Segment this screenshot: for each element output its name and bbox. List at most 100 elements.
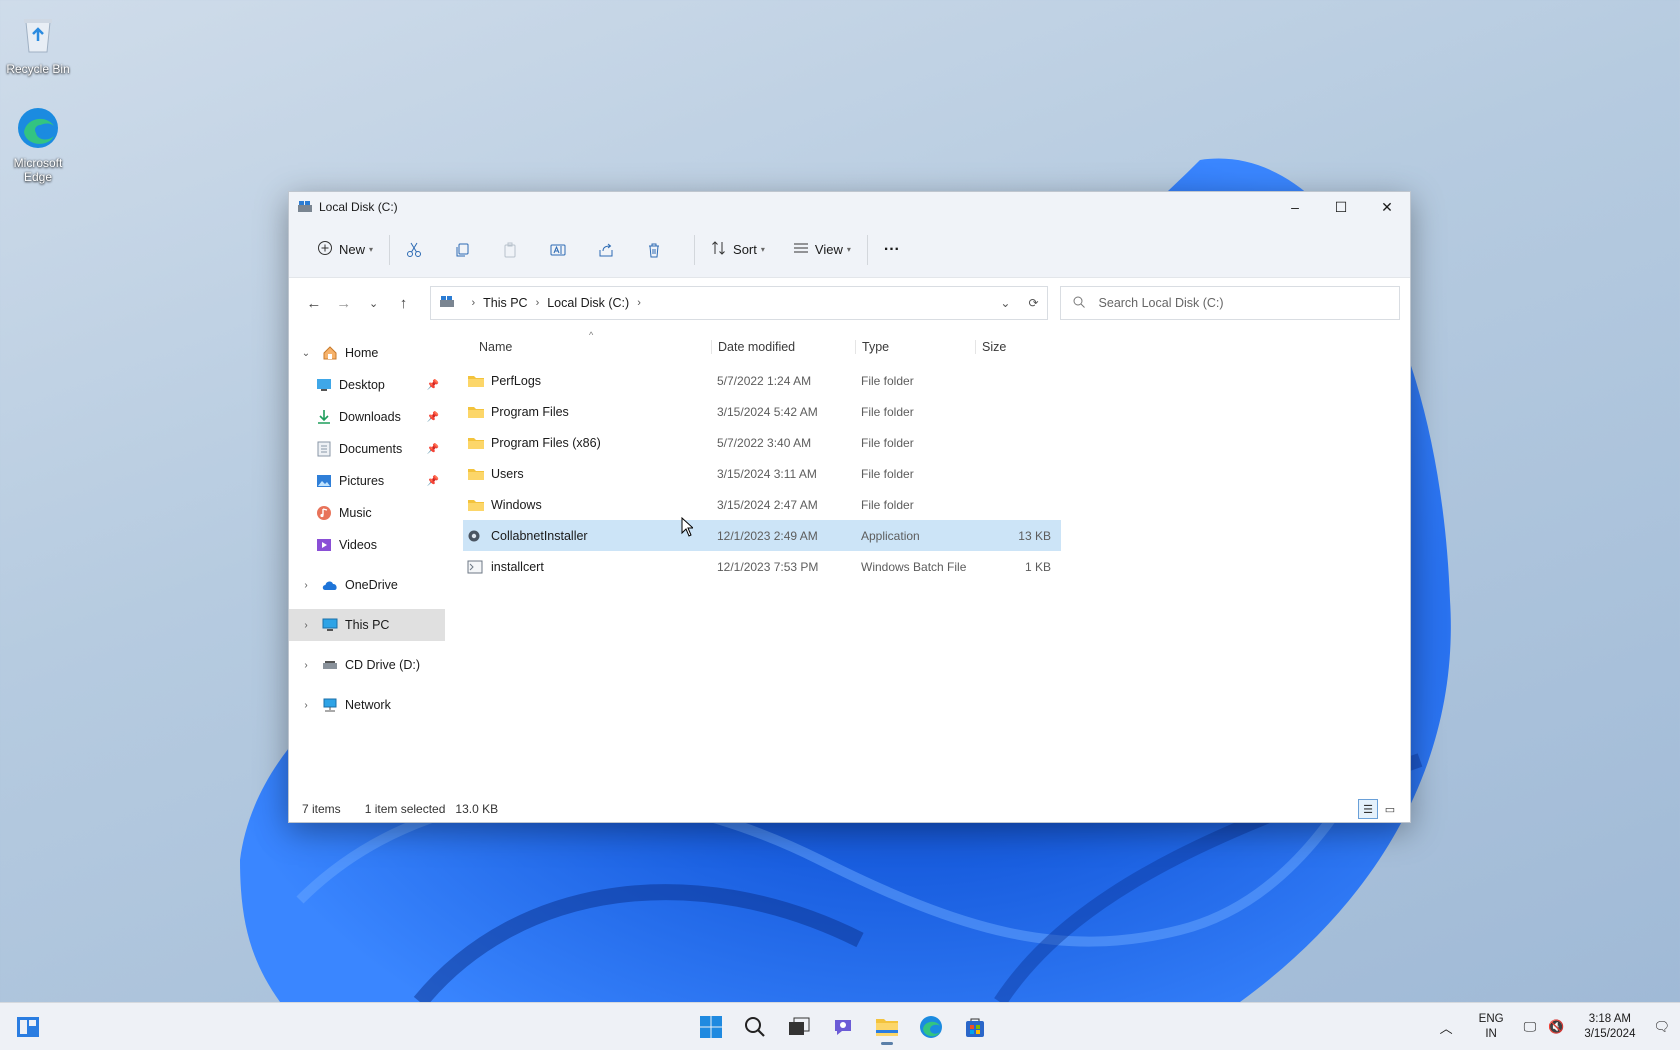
column-header-size[interactable]: Size (975, 340, 1055, 354)
file-name: CollabnetInstaller (491, 528, 588, 543)
notifications-icon[interactable]: 🗨 (1653, 1019, 1670, 1035)
chevron-right-icon[interactable]: › (299, 620, 313, 631)
title-bar[interactable]: Local Disk (C:) – ☐ ✕ (289, 192, 1410, 222)
view-button[interactable]: View ▾ (785, 232, 859, 268)
desktop-icon-edge[interactable]: Microsoft Edge (0, 104, 76, 184)
file-date: 12/1/2023 2:49 AM (717, 528, 818, 543)
divider (694, 234, 696, 265)
file-row[interactable]: Program Files (x86) 5/7/2022 3:40 AM Fil… (463, 427, 1061, 458)
new-label: New (339, 242, 366, 257)
file-row[interactable]: Windows 3/15/2024 2:47 AM File folder (463, 489, 1061, 520)
widgets-button[interactable] (14, 1013, 42, 1041)
chevron-right-icon[interactable]: › (299, 700, 313, 711)
music-icon (315, 505, 333, 521)
desktop-icon-label: Microsoft Edge (13, 156, 63, 184)
running-indicator (881, 1042, 893, 1045)
nav-item-network[interactable]: › Network (289, 689, 445, 721)
chevron-right-icon: › (535, 297, 540, 309)
address-bar[interactable]: › This PC › Local Disk (C:) › ⌄ ⟳ (430, 286, 1048, 320)
nav-item-onedrive[interactable]: › OneDrive (289, 569, 445, 601)
file-type: File folder (861, 497, 914, 512)
chevron-right-icon[interactable]: › (299, 580, 313, 591)
file-row[interactable]: installcert 12/1/2023 7:53 PM Windows Ba… (463, 551, 1061, 582)
folder-icon (876, 1019, 898, 1036)
column-header-date[interactable]: Date modified (711, 340, 855, 354)
nav-item-home[interactable]: ⌄ Home (289, 337, 445, 369)
chevron-down-icon: ▾ (369, 245, 374, 254)
back-button[interactable]: ← (299, 288, 329, 318)
volume-muted-icon[interactable]: 🔇 (1548, 1019, 1564, 1035)
nav-item-desktop[interactable]: Desktop 📌 (289, 369, 445, 401)
close-button[interactable]: ✕ (1364, 192, 1410, 222)
nav-item-pictures[interactable]: Pictures 📌 (289, 465, 445, 497)
file-name: Program Files (491, 404, 569, 419)
large-icons-view-button[interactable]: ▭ (1380, 799, 1400, 819)
clock[interactable]: 3:18 AM 3/15/2024 (1584, 1012, 1635, 1042)
divider (866, 234, 868, 265)
nav-item-music[interactable]: Music (289, 497, 445, 529)
desktop-icon-recycle-bin[interactable]: Recycle Bin (0, 10, 76, 76)
minimize-button[interactable]: – (1272, 192, 1318, 222)
file-row[interactable]: PerfLogs 5/7/2022 1:24 AM File folder (463, 365, 1061, 396)
chevron-right-icon[interactable]: › (299, 660, 313, 671)
paste-button[interactable] (494, 232, 526, 268)
desktop-icon-label: Recycle Bin (6, 62, 70, 76)
file-row-selected[interactable]: CollabnetInstaller 12/1/2023 2:49 AM App… (463, 520, 1061, 551)
file-size: 1 KB (1024, 559, 1051, 574)
show-hidden-icons-chevron-icon[interactable]: ︿ (1440, 1018, 1453, 1037)
language-indicator[interactable]: ENG IN (1479, 1012, 1504, 1042)
network-status-icon[interactable]: 🖵 (1524, 1019, 1537, 1035)
file-row[interactable]: Program Files 3/15/2024 5:42 AM File fol… (463, 396, 1061, 427)
file-row[interactable]: Users 3/15/2024 3:11 AM File folder (463, 458, 1061, 489)
file-date: 3/15/2024 5:42 AM (717, 404, 818, 419)
search-placeholder: Search Local Disk (C:) (1098, 296, 1224, 310)
start-button[interactable] (692, 1009, 730, 1045)
refresh-icon[interactable]: ⟳ (1028, 296, 1038, 310)
cd-drive-icon (321, 657, 339, 673)
copy-button[interactable] (446, 232, 478, 268)
column-header-name[interactable]: Name (463, 340, 711, 354)
breadcrumb-local-disk[interactable]: Local Disk (C:) › (547, 296, 649, 310)
share-button[interactable] (590, 232, 622, 268)
new-button[interactable]: New ▾ (309, 232, 381, 268)
search-box[interactable]: Search Local Disk (C:) (1059, 286, 1401, 320)
breadcrumb-label: Local Disk (C:) (547, 296, 630, 310)
nav-item-documents[interactable]: Documents 📌 (289, 433, 445, 465)
sort-button[interactable]: Sort ▾ (703, 232, 773, 268)
nav-label: Network (345, 698, 391, 712)
column-header-row: ^ Name Date modified Type Size (463, 329, 1410, 365)
maximize-button[interactable]: ☐ (1318, 192, 1364, 222)
breadcrumb-this-pc[interactable]: This PC › (483, 296, 547, 310)
more-options-button[interactable]: ··· (876, 232, 908, 268)
sort-icon (711, 240, 727, 259)
up-button[interactable]: ↑ (389, 288, 419, 318)
folder-icon (467, 498, 485, 512)
file-name: Program Files (x86) (491, 435, 601, 450)
column-header-type[interactable]: Type (855, 340, 975, 354)
delete-button[interactable] (638, 232, 670, 268)
task-view-button[interactable] (780, 1009, 818, 1045)
nav-label: Videos (339, 538, 377, 552)
nav-item-cd-drive[interactable]: › CD Drive (D:) (289, 649, 445, 681)
pin-icon: 📌 (426, 443, 439, 455)
chevron-down-icon[interactable]: ⌄ (299, 348, 313, 359)
nav-item-downloads[interactable]: Downloads 📌 (289, 401, 445, 433)
nav-item-videos[interactable]: Videos (289, 529, 445, 561)
file-type: Windows Batch File (861, 559, 967, 574)
edge-icon (920, 1016, 942, 1038)
search-taskbar-button[interactable] (736, 1009, 774, 1045)
rename-button[interactable] (542, 232, 574, 268)
file-type: Application (861, 528, 920, 543)
nav-item-this-pc[interactable]: › This PC (289, 609, 445, 641)
forward-button[interactable]: → (329, 288, 359, 318)
edge-taskbar-button[interactable] (912, 1009, 950, 1045)
file-type: File folder (861, 404, 914, 419)
file-explorer-taskbar-button[interactable] (868, 1009, 906, 1045)
recent-locations-button[interactable]: ⌄ (359, 288, 389, 318)
address-history-dropdown[interactable]: ⌄ (1000, 296, 1010, 310)
sort-label: Sort (733, 242, 757, 257)
cut-button[interactable] (398, 232, 430, 268)
details-view-button[interactable]: ☰ (1358, 799, 1378, 819)
store-taskbar-button[interactable] (956, 1009, 994, 1045)
chat-button[interactable] (824, 1009, 862, 1045)
